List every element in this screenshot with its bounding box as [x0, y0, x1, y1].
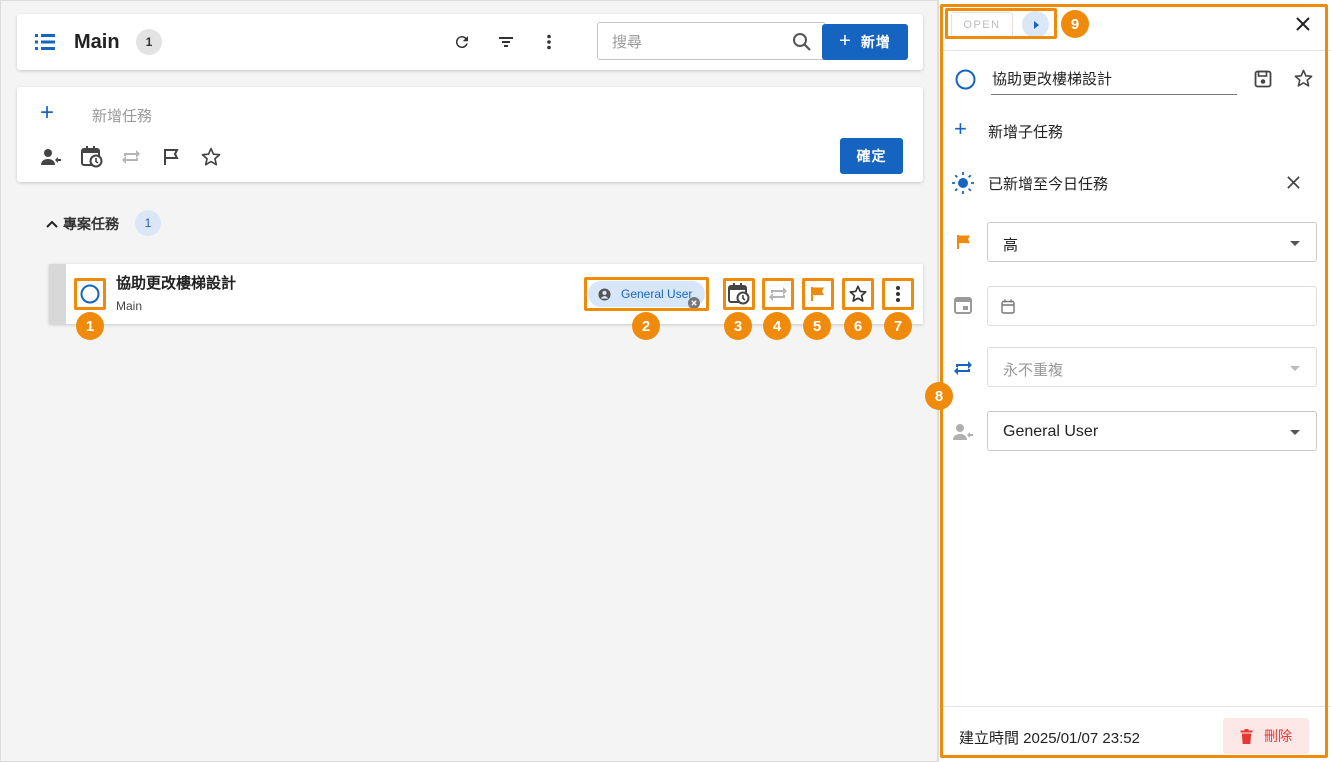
search-input[interactable] [612, 31, 782, 53]
section-count-badge: 1 [135, 210, 161, 236]
annotation-box-1 [74, 278, 106, 310]
annotation-box-2 [584, 277, 709, 311]
filter-icon[interactable] [494, 30, 518, 54]
annotation-box-4 [762, 278, 794, 310]
task-title[interactable]: 協助更改樓梯設計 [116, 272, 236, 293]
confirm-button[interactable]: 確定 [840, 138, 903, 174]
annotation-number: 3 [724, 312, 752, 340]
list-count-badge: 1 [136, 29, 162, 55]
annotation-number: 8 [925, 382, 953, 410]
schedule-calendar-icon[interactable] [79, 144, 105, 170]
annotation-number: 7 [884, 312, 912, 340]
annotation-box-3 [723, 278, 755, 310]
annotation-box-5 [802, 278, 834, 310]
refresh-icon[interactable] [450, 30, 474, 54]
plus-icon: + [839, 29, 852, 52]
search-icon[interactable] [791, 31, 813, 53]
task-project: Main [116, 299, 143, 313]
new-task-button-label: 新增 [860, 34, 891, 50]
annotation-number: 9 [1061, 10, 1089, 38]
new-task-button[interactable]: + 新增 [822, 24, 908, 60]
chevron-up-icon [46, 220, 58, 228]
annotation-number: 4 [763, 312, 791, 340]
priority-flag-icon[interactable] [159, 145, 183, 169]
add-task-plus-icon[interactable]: + [40, 101, 54, 125]
list-header-bar: Main 1 + 新增 [17, 14, 923, 70]
list-title: Main [74, 31, 120, 53]
annotation-box-9 [945, 8, 1057, 39]
annotation-box-8 [940, 4, 1328, 758]
annotation-box-7 [882, 278, 914, 310]
repeat-icon[interactable] [119, 145, 143, 169]
annotation-number: 6 [844, 312, 872, 340]
task-list-pane: Main 1 + 新增 + 新增任務 [0, 0, 938, 762]
more-options-icon[interactable] [537, 30, 561, 54]
list-menu-icon[interactable] [33, 30, 57, 54]
search-box [597, 22, 826, 60]
new-task-input[interactable]: 新增任務 [92, 105, 152, 126]
section-header[interactable]: 專案任務 [46, 214, 119, 234]
new-task-composer: + 新增任務 確定 [17, 87, 923, 182]
annotation-number: 1 [76, 312, 104, 340]
annotation-number: 2 [632, 312, 660, 340]
star-icon[interactable] [198, 144, 224, 170]
assign-user-icon[interactable] [39, 145, 63, 169]
section-title: 專案任務 [63, 216, 119, 232]
annotation-number: 5 [803, 312, 831, 340]
annotation-box-6 [842, 278, 874, 310]
